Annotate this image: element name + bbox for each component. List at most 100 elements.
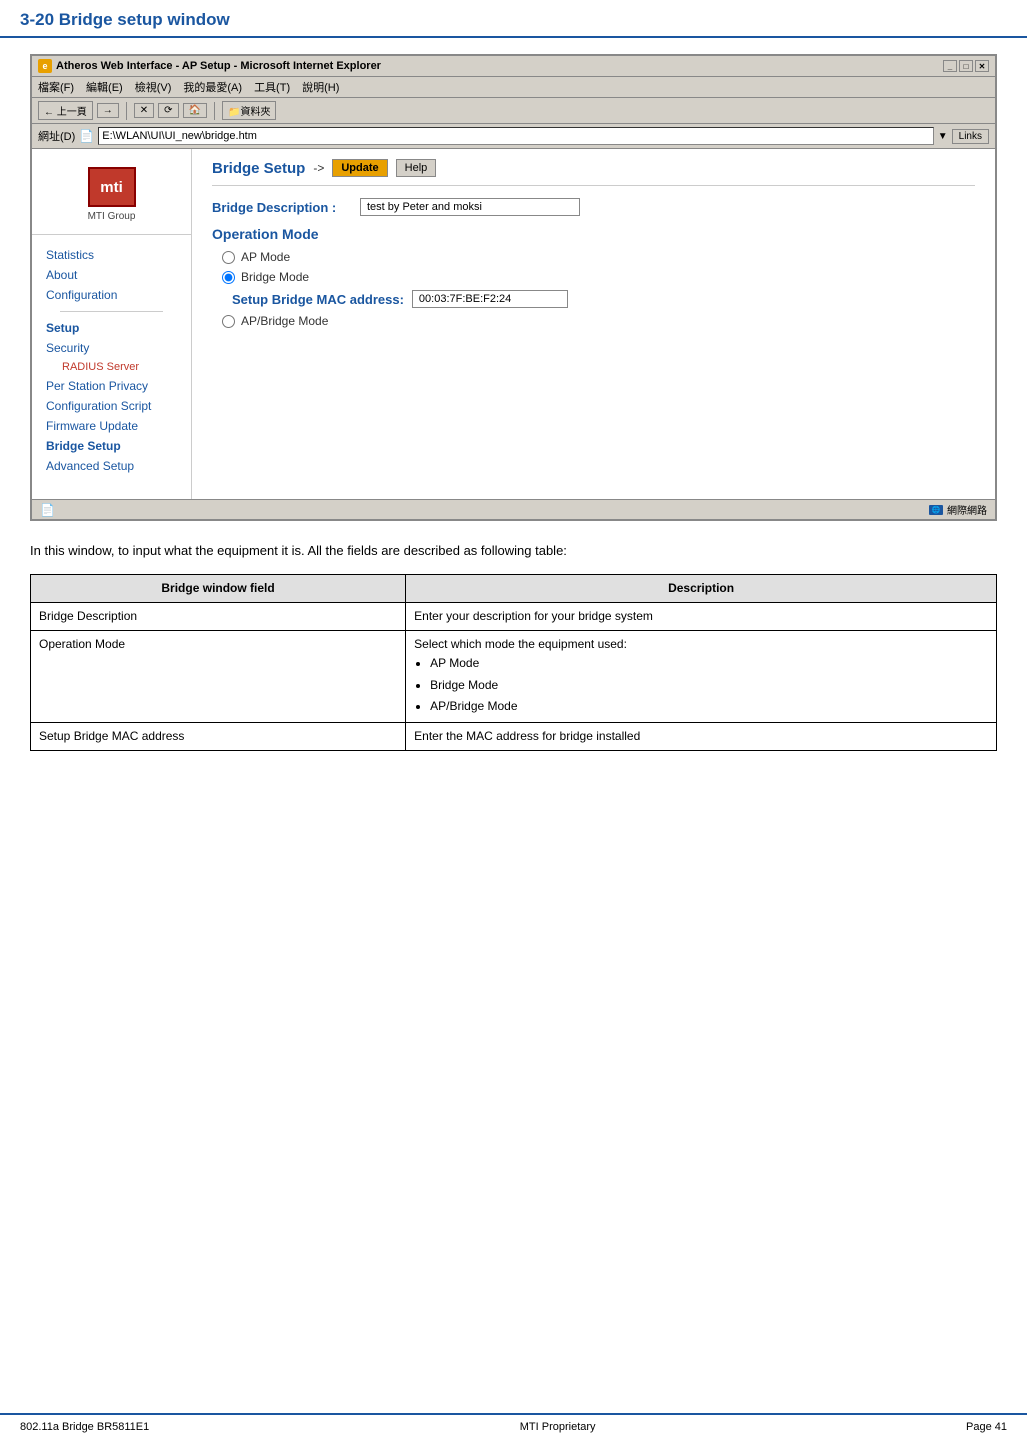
page-header: 3-20 Bridge setup window: [0, 0, 1027, 38]
browser-menubar: 檔案(F) 編輯(E) 檢視(V) 我的最愛(A) 工具(T) 說明(H): [32, 77, 995, 98]
links-button[interactable]: Links: [952, 129, 989, 144]
table-header-description: Description: [406, 574, 997, 602]
browser-title: Atheros Web Interface - AP Setup - Micro…: [56, 60, 381, 72]
apbridge-mode-radio[interactable]: [222, 315, 235, 328]
sidebar-item-security[interactable]: Security: [46, 338, 177, 358]
menu-tools[interactable]: 工具(T): [254, 79, 290, 95]
sidebar-section: Statistics About Configuration Setup Sec…: [32, 241, 191, 480]
help-button[interactable]: Help: [396, 159, 437, 177]
table-cell-field: Operation Mode: [31, 631, 406, 723]
sidebar-item-per-station-privacy[interactable]: Per Station Privacy: [46, 376, 177, 396]
toolbar-separator2: [214, 102, 215, 120]
restore-button[interactable]: □: [959, 60, 973, 72]
sidebar-logo: mti MTI Group: [32, 159, 191, 235]
ap-mode-radio[interactable]: [222, 251, 235, 264]
sidebar-item-statistics[interactable]: Statistics: [46, 245, 177, 265]
logo-box: mti: [88, 167, 136, 207]
stop-button[interactable]: ✕: [134, 103, 154, 118]
footer-right: Page 41: [966, 1421, 1007, 1433]
table-row: Operation Mode Select which mode the equ…: [31, 631, 997, 723]
sidebar-item-radius[interactable]: RADIUS Server: [46, 358, 177, 376]
statusbar-icon: 📄: [40, 503, 55, 517]
bridge-desc-input[interactable]: [360, 198, 580, 216]
bridge-mac-input[interactable]: [412, 290, 568, 308]
description-table: Bridge window field Description Bridge D…: [30, 574, 997, 751]
table-header-field: Bridge window field: [31, 574, 406, 602]
page-title-area: Bridge Setup -> Update Help: [212, 159, 975, 186]
browser-statusbar: 📄 🌐 網際網路: [32, 499, 995, 519]
bridge-mac-label: Setup Bridge MAC address:: [232, 292, 404, 307]
close-button[interactable]: ✕: [975, 60, 989, 72]
table-row: Setup Bridge MAC address Enter the MAC a…: [31, 722, 997, 750]
sidebar-item-advanced-setup[interactable]: Advanced Setup: [46, 456, 177, 476]
sidebar-divider: [60, 311, 163, 312]
back-button[interactable]: ← 上一頁: [38, 101, 93, 120]
table-cell-field: Bridge Description: [31, 602, 406, 630]
folder-button[interactable]: 📁資料夾: [222, 101, 276, 120]
table-cell-desc: Select which mode the equipment used: AP…: [406, 631, 997, 723]
titlebar-controls: _ □ ✕: [943, 60, 989, 72]
browser-titlebar: e Atheros Web Interface - AP Setup - Mic…: [32, 56, 995, 77]
sidebar: mti MTI Group Statistics About Configura…: [32, 149, 192, 499]
network-icon: 🌐: [929, 505, 943, 515]
page-header-title: 3-20 Bridge setup window: [20, 10, 1007, 30]
menu-file[interactable]: 檔案(F): [38, 79, 74, 95]
main-panel: Bridge Setup -> Update Help Bridge Descr…: [192, 149, 995, 499]
description-section: In this window, to input what the equipm…: [30, 541, 997, 751]
forward-button[interactable]: →: [97, 103, 119, 118]
address-label: 網址(D): [38, 128, 75, 144]
description-intro: In this window, to input what the equipm…: [30, 541, 997, 562]
logo-group: MTI Group: [88, 211, 136, 222]
list-item: AP Mode: [430, 654, 988, 673]
logo-text: mti: [100, 179, 123, 196]
statusbar-right: 🌐 網際網路: [929, 502, 987, 517]
table-cell-desc: Enter the MAC address for bridge install…: [406, 722, 997, 750]
sidebar-item-about[interactable]: About: [46, 265, 177, 285]
menu-help[interactable]: 說明(H): [302, 79, 339, 95]
apbridge-mode-label: AP/Bridge Mode: [241, 314, 328, 328]
menu-favorites[interactable]: 我的最愛(A): [183, 79, 242, 95]
dropdown-icon[interactable]: ▼: [938, 131, 948, 142]
main-page-title: Bridge Setup: [212, 160, 305, 177]
sidebar-item-config-script[interactable]: Configuration Script: [46, 396, 177, 416]
arrow-text: ->: [313, 161, 324, 175]
table-cell-desc: Enter your description for your bridge s…: [406, 602, 997, 630]
browser-icon: e: [38, 59, 52, 73]
menu-view[interactable]: 檢視(V): [135, 79, 172, 95]
menu-edit[interactable]: 編輯(E): [86, 79, 123, 95]
bridge-desc-row: Bridge Description :: [212, 198, 975, 216]
table-row: Bridge Description Enter your descriptio…: [31, 602, 997, 630]
table-cell-field: Setup Bridge MAC address: [31, 722, 406, 750]
titlebar-left: e Atheros Web Interface - AP Setup - Mic…: [38, 59, 381, 73]
browser-addressbar: 網址(D) 📄 ▼ Links: [32, 124, 995, 149]
page-footer: 802.11a Bridge BR5811E1 MTI Proprietary …: [0, 1413, 1027, 1439]
list-item: AP/Bridge Mode: [430, 697, 988, 716]
page-icon: 📄: [79, 129, 94, 143]
address-input[interactable]: [98, 127, 934, 145]
minimize-button[interactable]: _: [943, 60, 957, 72]
update-button[interactable]: Update: [332, 159, 387, 177]
ap-mode-label: AP Mode: [241, 250, 290, 264]
toolbar-separator: [126, 102, 127, 120]
sidebar-item-bridge-setup[interactable]: Bridge Setup: [46, 436, 177, 456]
browser-window: e Atheros Web Interface - AP Setup - Mic…: [30, 54, 997, 521]
refresh-button[interactable]: ⟳: [158, 103, 178, 118]
apbridge-mode-row: AP/Bridge Mode: [222, 314, 975, 328]
bridge-mac-row: Setup Bridge MAC address:: [232, 290, 975, 308]
bridge-mode-row: Bridge Mode: [222, 270, 975, 284]
operation-mode-title: Operation Mode: [212, 226, 975, 242]
bridge-desc-label: Bridge Description :: [212, 200, 352, 215]
browser-toolbar: ← 上一頁 → ✕ ⟳ 🏠 📁資料夾: [32, 98, 995, 124]
browser-content: mti MTI Group Statistics About Configura…: [32, 149, 995, 499]
sidebar-item-configuration[interactable]: Configuration: [46, 285, 177, 305]
sidebar-item-firmware-update[interactable]: Firmware Update: [46, 416, 177, 436]
ap-mode-row: AP Mode: [222, 250, 975, 264]
bridge-mode-label: Bridge Mode: [241, 270, 309, 284]
bridge-mode-radio[interactable]: [222, 271, 235, 284]
statusbar-network-text: 網際網路: [947, 502, 987, 517]
footer-center: MTI Proprietary: [520, 1421, 596, 1433]
list-item: Bridge Mode: [430, 676, 988, 695]
sidebar-item-setup[interactable]: Setup: [46, 318, 177, 338]
home-button[interactable]: 🏠: [183, 103, 207, 118]
footer-left: 802.11a Bridge BR5811E1: [20, 1421, 149, 1433]
